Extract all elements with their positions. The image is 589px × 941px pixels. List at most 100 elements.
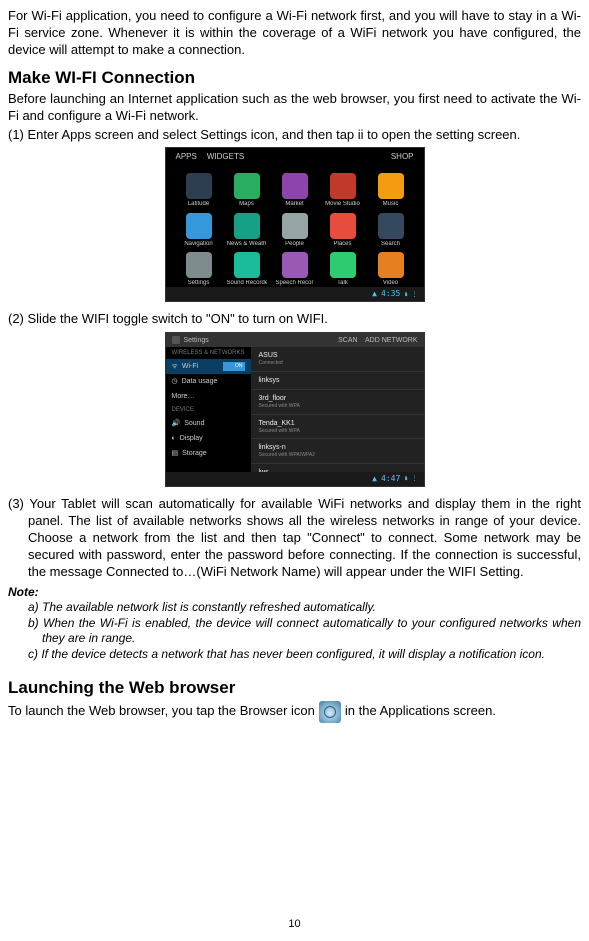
sound-icon: 🔊	[172, 419, 181, 428]
app-item: Talk	[323, 252, 363, 288]
app-icon	[282, 213, 308, 239]
app-label: Maps	[227, 201, 267, 209]
storage-icon: ▤	[172, 449, 179, 458]
app-item: Video	[371, 252, 411, 288]
browser-text-after: in the Applications screen.	[345, 703, 496, 720]
sidebar-sound: 🔊 Sound	[166, 416, 251, 431]
data-label: Data usage	[182, 377, 218, 386]
network-sub: Secured with WPA/WPA2	[259, 452, 416, 459]
app-item: Navigation	[179, 213, 219, 249]
app-label: Market	[275, 201, 315, 209]
app-icon	[234, 173, 260, 199]
settings-title: Settings	[184, 336, 209, 345]
wifi-heading: Make WI-FI Connection	[8, 67, 581, 89]
app-icon	[330, 173, 356, 199]
wifi-toggle: ON	[223, 362, 245, 371]
storage-label: Storage	[182, 449, 207, 458]
status-icons-2: ▮ ⋮	[404, 475, 417, 483]
app-icon	[330, 252, 356, 278]
app-icon	[378, 173, 404, 199]
app-icon	[282, 252, 308, 278]
app-icon	[378, 213, 404, 239]
app-label: People	[275, 241, 315, 249]
browser-heading: Launching the Web browser	[8, 677, 581, 699]
sidebar-data-usage: ◷ Data usage	[166, 374, 251, 389]
data-icon: ◷	[172, 377, 178, 386]
network-name: 3rd_floor	[259, 394, 416, 403]
app-item: Search	[371, 213, 411, 249]
tab-apps: APPS	[176, 152, 197, 162]
time-1: 4:35	[381, 289, 400, 299]
display-icon: ◐	[172, 434, 176, 443]
app-item: Latitude	[179, 173, 219, 209]
add-network-link: ADD NETWORK	[365, 337, 418, 344]
app-item: News & Weath	[227, 213, 267, 249]
wifi-label: Wi-Fi	[182, 362, 198, 371]
network-sub: Secured with WPA	[259, 428, 416, 435]
browser-text-before: To launch the Web browser, you tap the B…	[8, 703, 315, 720]
scan-link: SCAN	[338, 337, 357, 344]
shop-link: SHOP	[391, 152, 414, 162]
network-name: ASUS	[259, 351, 416, 360]
screenshot-2-wrap: Settings SCAN ADD NETWORK WIRELESS & NET…	[8, 332, 581, 492]
step-2: (2) Slide the WIFI toggle switch to "ON"…	[8, 311, 581, 328]
app-label: Movie Studio	[323, 201, 363, 209]
sidebar-storage: ▤ Storage	[166, 446, 251, 461]
tab-widgets: WIDGETS	[207, 152, 244, 162]
app-icon	[378, 252, 404, 278]
wireless-section-label: WIRELESS & NETWORKS	[166, 347, 251, 359]
network-item: Tenda_KK1Secured with WPA	[251, 415, 424, 440]
network-name: linksys	[259, 376, 416, 385]
network-list: ASUSConnectedlinksys3rd_floorSecured wit…	[251, 347, 424, 474]
browser-icon	[319, 701, 341, 723]
display-label: Display	[180, 434, 203, 443]
app-item: Settings	[179, 252, 219, 288]
screenshot-1-wrap: APPS WIDGETS SHOP Latitude Maps Market Movi…	[8, 147, 581, 307]
wifi-signal-icon-2: ▲	[372, 474, 377, 484]
settings-sidebar: WIRELESS & NETWORKS ᯤ Wi-Fi ON ◷ Data us…	[166, 347, 251, 474]
app-item: Speech Recor	[275, 252, 315, 288]
page-number: 10	[0, 917, 589, 931]
network-sub: Secured with WPA	[259, 403, 416, 410]
network-sub: Connected	[259, 360, 416, 367]
app-item: Maps	[227, 173, 267, 209]
app-item: Places	[323, 213, 363, 249]
settings-screenshot: Settings SCAN ADD NETWORK WIRELESS & NET…	[165, 332, 425, 487]
app-icon	[234, 213, 260, 239]
sidebar-more: More…	[166, 389, 251, 404]
app-label: News & Weath	[227, 241, 267, 249]
app-icon	[234, 252, 260, 278]
step-1: (1) Enter Apps screen and select Setting…	[8, 127, 581, 144]
network-name: Tenda_KK1	[259, 419, 416, 428]
sidebar-wifi: ᯤ Wi-Fi ON	[166, 359, 251, 374]
network-item: linksys-nSecured with WPA/WPA2	[251, 439, 424, 464]
note-c: c) If the device detects a network that …	[28, 647, 581, 663]
app-label: Music	[371, 201, 411, 209]
sidebar-display: ◐ Display	[166, 431, 251, 446]
app-icon	[186, 213, 212, 239]
app-icon	[282, 173, 308, 199]
app-icon	[186, 252, 212, 278]
status-icons-1: ▮ ⋮	[404, 291, 417, 299]
wifi-para: Before launching an Internet application…	[8, 91, 581, 125]
app-label: Navigation	[179, 241, 219, 249]
network-item: linksys	[251, 372, 424, 390]
network-item: ASUSConnected	[251, 347, 424, 372]
device-section-label: DEVICE	[166, 404, 251, 416]
status-bar-2: ▲ 4:47 ▮ ⋮	[166, 472, 424, 486]
app-item: Movie Studio	[323, 173, 363, 209]
browser-line: To launch the Web browser, you tap the B…	[8, 701, 581, 723]
time-2: 4:47	[381, 474, 400, 484]
apps-screenshot: APPS WIDGETS SHOP Latitude Maps Market Movi…	[165, 147, 425, 302]
app-icon	[330, 213, 356, 239]
note-b: b) When the Wi-Fi is enabled, the device…	[28, 616, 581, 647]
note-title: Note:	[8, 585, 581, 601]
app-label: Places	[323, 241, 363, 249]
network-item: 3rd_floorSecured with WPA	[251, 390, 424, 415]
app-item: Market	[275, 173, 315, 209]
app-item: Music	[371, 173, 411, 209]
network-name: linksys-n	[259, 443, 416, 452]
app-label: Search	[371, 241, 411, 249]
settings-icon	[172, 336, 180, 344]
wifi-signal-icon: ▲	[372, 289, 377, 299]
